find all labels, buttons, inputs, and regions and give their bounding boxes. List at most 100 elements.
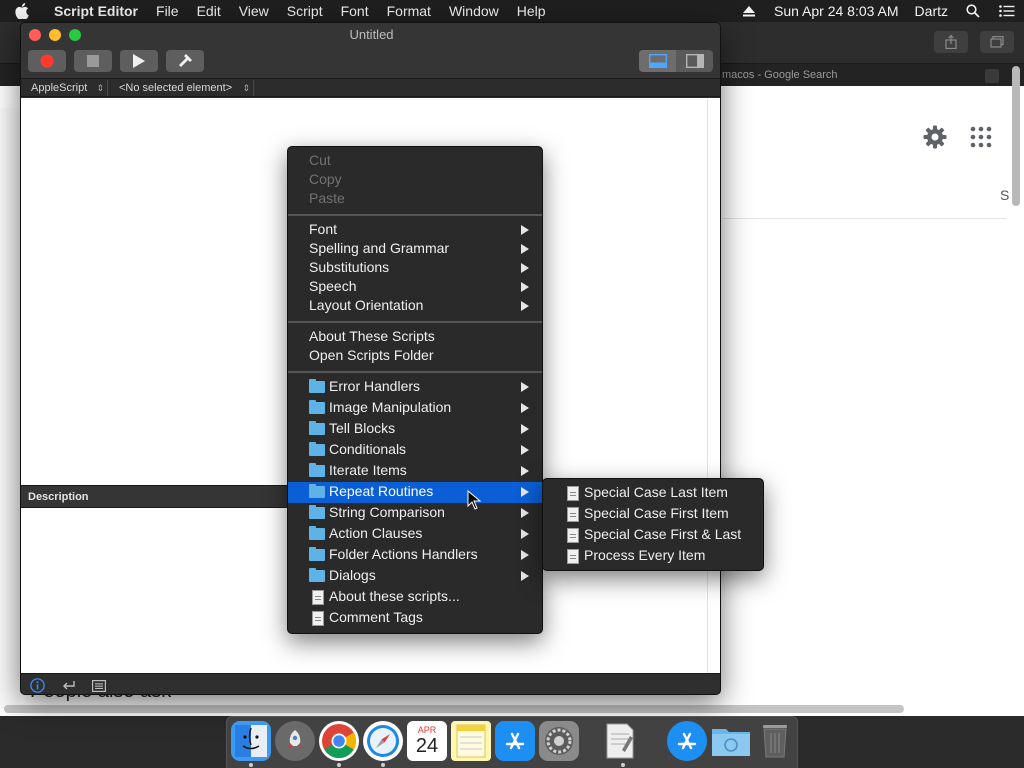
- menu-item-folder-actions-handlers[interactable]: Folder Actions Handlers: [288, 545, 542, 566]
- script-document-icon: [567, 528, 579, 543]
- folder-icon: [309, 400, 325, 414]
- chrome-browser-icon[interactable]: [319, 721, 359, 761]
- menu-item-speech[interactable]: Speech: [288, 277, 542, 298]
- menu-format[interactable]: Format: [378, 0, 440, 22]
- menu-item-string-comparison[interactable]: String Comparison: [288, 503, 542, 524]
- menu-help[interactable]: Help: [508, 0, 555, 22]
- submenu-item-process-every-item[interactable]: Process Every Item: [543, 546, 763, 567]
- folder-icon: [309, 484, 325, 498]
- menu-item-layout-orientation[interactable]: Layout Orientation: [288, 296, 542, 317]
- menu-item-iterate-items[interactable]: Iterate Items: [288, 461, 542, 482]
- menu-item-tell-blocks[interactable]: Tell Blocks: [288, 419, 542, 440]
- notes-icon[interactable]: [451, 721, 491, 761]
- menu-item-image-manipulation[interactable]: Image Manipulation: [288, 398, 542, 419]
- menu-edit[interactable]: Edit: [188, 0, 230, 22]
- launchpad-rocket-icon[interactable]: [275, 721, 315, 761]
- applications-folder-icon[interactable]: [667, 721, 707, 761]
- page-vertical-scrollbar[interactable]: [1012, 66, 1020, 206]
- window-title: Untitled: [349, 27, 394, 42]
- log-list-icon[interactable]: [89, 677, 109, 694]
- stop-button[interactable]: [74, 50, 112, 72]
- popup-arrows-icon: ⇕: [96, 83, 104, 93]
- element-popup[interactable]: <No selected element> ⇕: [112, 80, 254, 96]
- menu-font[interactable]: Font: [332, 0, 378, 22]
- menu-item-dialogs[interactable]: Dialogs: [288, 566, 542, 587]
- menu-item-conditionals[interactable]: Conditionals: [288, 440, 542, 461]
- return-icon[interactable]: [59, 677, 79, 694]
- notification-center-icon[interactable]: [990, 0, 1024, 22]
- menu-item-label: Image Manipulation: [329, 399, 452, 415]
- menu-item-label: Folder Actions Handlers: [329, 546, 478, 562]
- view-toggle-control[interactable]: [639, 50, 713, 72]
- menu-item-about-these-scripts-doc[interactable]: About these scripts...: [288, 587, 542, 608]
- menu-item-font[interactable]: Font: [288, 220, 542, 241]
- page-horizontal-scrollbar[interactable]: [4, 705, 904, 713]
- spotlight-search-icon[interactable]: [956, 0, 990, 22]
- menu-item-speech-label: Speech: [309, 278, 357, 294]
- browser-tab-title[interactable]: macos - Google Search: [722, 64, 838, 86]
- menu-item-error-handlers[interactable]: Error Handlers: [288, 377, 542, 398]
- apple-menu-icon[interactable]: [0, 0, 44, 22]
- folder-icon: [309, 505, 325, 519]
- safari-compass-icon[interactable]: [363, 721, 403, 761]
- dock: APR 24: [226, 716, 798, 768]
- bottom-bar: [21, 673, 720, 694]
- show-sidebar-view-icon[interactable]: [676, 50, 713, 72]
- menubar-user[interactable]: Dartz: [907, 3, 956, 19]
- compile-hammer-icon[interactable]: [166, 50, 204, 72]
- submenu-arrow-icon: [521, 487, 529, 497]
- new-tab-button[interactable]: [985, 69, 999, 83]
- tabs-overview-button[interactable]: [980, 31, 1014, 53]
- page-left-edge: [0, 108, 20, 708]
- repeat-routines-submenu: Special Case Last Item Special Case Firs…: [542, 478, 764, 571]
- menu-item-about-these-scripts[interactable]: About These Scripts: [288, 327, 542, 348]
- share-button[interactable]: [934, 31, 968, 53]
- menu-item-spelling[interactable]: Spelling and Grammar: [288, 239, 542, 260]
- menu-app-name[interactable]: Script Editor: [44, 0, 147, 22]
- record-button[interactable]: [28, 50, 66, 72]
- calendar-day: 24: [415, 735, 439, 757]
- calendar-icon[interactable]: APR 24: [407, 721, 447, 761]
- run-button[interactable]: [120, 50, 158, 72]
- menu-item-cut[interactable]: Cut: [288, 151, 542, 172]
- page-divider: [722, 218, 1006, 219]
- menubar-clock[interactable]: Sun Apr 24 8:03 AM: [766, 3, 907, 19]
- menu-item-action-clauses[interactable]: Action Clauses: [288, 524, 542, 545]
- menu-separator: [288, 214, 542, 216]
- calendar-month: APR: [417, 725, 437, 735]
- menu-view[interactable]: View: [230, 0, 278, 22]
- eject-icon[interactable]: [732, 0, 766, 22]
- menu-item-comment-tags[interactable]: Comment Tags: [288, 608, 542, 629]
- window-titlebar[interactable]: Untitled: [21, 23, 720, 79]
- menu-script[interactable]: Script: [278, 0, 332, 22]
- running-indicator: [381, 763, 385, 767]
- context-menu: Cut Copy Paste Font Spelling and Grammar…: [287, 146, 543, 634]
- menu-item-label: Iterate Items: [329, 462, 407, 478]
- system-preferences-gear-icon[interactable]: [539, 721, 579, 761]
- menu-item-copy[interactable]: Copy: [288, 170, 542, 191]
- finder-icon[interactable]: [231, 721, 271, 761]
- menu-item-paste[interactable]: Paste: [288, 189, 542, 210]
- apps-grid-icon[interactable]: [970, 126, 992, 148]
- menu-item-substitutions[interactable]: Substitutions: [288, 258, 542, 279]
- menu-item-repeat-routines[interactable]: Repeat Routines: [288, 482, 542, 503]
- downloads-folder-icon[interactable]: [711, 721, 751, 761]
- submenu-item-special-case-last[interactable]: Special Case Last Item: [543, 483, 763, 504]
- folder-icon: [309, 547, 325, 561]
- editor-scrollbar[interactable]: [707, 98, 720, 485]
- submenu-item-special-case-first[interactable]: Special Case First Item: [543, 504, 763, 525]
- menu-item-label: Conditionals: [329, 441, 407, 457]
- info-icon[interactable]: [27, 677, 47, 694]
- partial-sign-in-text[interactable]: S: [1000, 187, 1009, 203]
- script-editor-app-icon[interactable]: [599, 721, 639, 761]
- app-store-icon[interactable]: [495, 721, 535, 761]
- menu-file[interactable]: File: [147, 0, 188, 22]
- menu-window[interactable]: Window: [440, 0, 508, 22]
- trash-icon[interactable]: [755, 721, 795, 761]
- language-popup[interactable]: AppleScript ⇕: [24, 80, 108, 96]
- menu-item-open-scripts-folder[interactable]: Open Scripts Folder: [288, 346, 542, 367]
- submenu-item-special-case-first-last[interactable]: Special Case First & Last: [543, 525, 763, 546]
- show-log-view-icon[interactable]: [639, 50, 676, 72]
- settings-gear-icon[interactable]: [922, 124, 948, 150]
- menu-item-label: Action Clauses: [329, 525, 423, 541]
